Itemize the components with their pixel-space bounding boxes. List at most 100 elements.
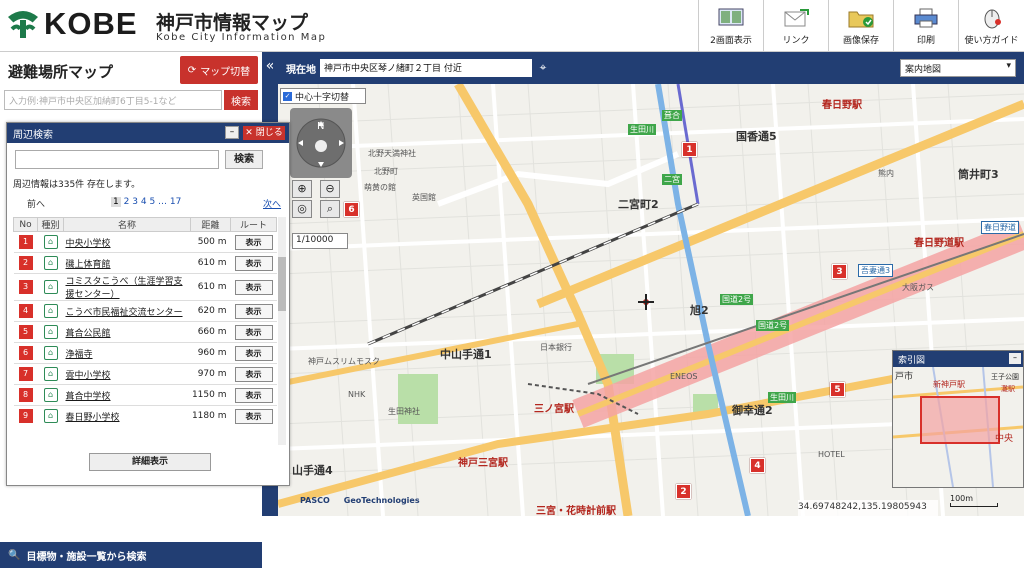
save-image-button[interactable]: 画像保存 xyxy=(828,0,893,52)
results-table: No 種別 名称 距離 ルート 1 ⌂ 中央小学校 500 m 表示 2 ⌂ 磯上体育館 610… xyxy=(13,217,277,427)
print-button[interactable]: 印刷 xyxy=(893,0,958,52)
table-row[interactable]: 7 ⌂ 雲中小学校 970 m 表示 xyxy=(13,363,277,385)
table-row[interactable]: 2 ⌂ 磯上体育館 610 m 表示 xyxy=(13,252,277,274)
route-show-button[interactable]: 表示 xyxy=(234,279,273,295)
page-link[interactable]: 2 xyxy=(124,197,130,207)
shelter-marker-4[interactable]: 4 xyxy=(750,458,765,473)
col-dist: 距離 xyxy=(190,217,231,232)
row-kind: ⌂ xyxy=(37,405,64,427)
table-row[interactable]: 3 ⌂ コミスタこうべ（生涯学習支援センター） 610 m 表示 xyxy=(13,273,277,301)
nearby-search-panel: 周辺検索 – ✕ 閉じる 検索 周辺情報は335件 存在します。 前へ 1 2 … xyxy=(6,122,290,486)
close-panel-button[interactable]: ✕ 閉じる xyxy=(243,126,285,140)
row-kind: ⌂ xyxy=(37,300,64,322)
row-number: 6 xyxy=(13,342,38,364)
row-distance: 1150 m xyxy=(190,384,231,406)
label-eneos: ENEOS xyxy=(670,372,698,381)
table-row[interactable]: 1 ⌂ 中央小学校 500 m 表示 xyxy=(13,231,277,253)
guide-button[interactable]: 使い方ガイド xyxy=(958,0,1024,52)
row-name[interactable]: 葺合中学校 xyxy=(63,384,191,406)
scale-bar-line xyxy=(950,503,998,507)
route-show-button[interactable]: 表示 xyxy=(234,366,273,382)
page-link[interactable]: 5 xyxy=(149,197,155,207)
address-search-input[interactable]: 入力例:神戸市中央区加納町6丁目5-1など xyxy=(4,90,222,110)
table-row[interactable]: 4 ⌂ こうべ市民福祉交流センター 620 m 表示 xyxy=(13,300,277,322)
label-tsutsui3: 筒井町3 xyxy=(958,168,999,181)
route-show-button[interactable]: 表示 xyxy=(234,255,273,271)
row-name[interactable]: コミスタこうべ（生涯学習支援センター） xyxy=(63,273,191,301)
save-folder-icon xyxy=(848,11,874,27)
row-name[interactable]: 浄福寺 xyxy=(63,342,191,364)
shelter-marker-1[interactable]: 1 xyxy=(682,142,697,157)
credit-pasco: PASCO xyxy=(300,496,330,505)
route-show-button[interactable]: 表示 xyxy=(234,408,273,424)
pan-compass-control[interactable]: N xyxy=(290,108,352,178)
zoom-reset-icon[interactable]: ◎ xyxy=(292,200,312,218)
zoom-in-icon[interactable]: ⊕ xyxy=(292,180,312,198)
route-show-button[interactable]: 表示 xyxy=(234,387,273,403)
page-link[interactable]: 17 xyxy=(170,197,181,207)
row-kind: ⌂ xyxy=(37,273,64,301)
minimize-icon[interactable]: – xyxy=(1009,353,1021,364)
shelter-marker-3[interactable]: 3 xyxy=(832,264,847,279)
shelter-icon: ⌂ xyxy=(43,409,58,424)
scroll-thumb[interactable] xyxy=(278,257,286,311)
row-distance: 500 m xyxy=(190,231,231,253)
row-name[interactable]: 磯上体育館 xyxy=(63,252,191,274)
row-number: 4 xyxy=(13,300,38,322)
checkbox-icon: ✓ xyxy=(283,91,292,101)
row-name[interactable]: 中央小学校 xyxy=(63,231,191,253)
logo-text: KOBE xyxy=(44,6,138,41)
route-show-button[interactable]: 表示 xyxy=(234,234,273,250)
link-button[interactable]: リンク xyxy=(763,0,828,52)
location-label: 現在地 xyxy=(286,65,316,76)
shelter-icon: ⌂ xyxy=(43,325,58,339)
center-crosshair-toggle[interactable]: ✓ 中心十字切替 xyxy=(280,88,366,104)
row-name[interactable]: 春日野小学校 xyxy=(63,405,191,427)
facility-search-bar[interactable]: 🔍 目標物・施設一覧から検索 xyxy=(0,542,262,568)
table-row[interactable]: 9 ⌂ 春日野小学校 1180 m 表示 xyxy=(13,405,277,427)
route-show-button[interactable]: 表示 xyxy=(234,303,273,319)
next-page[interactable]: 次へ xyxy=(263,197,281,210)
page-link[interactable]: 3 xyxy=(132,197,138,207)
table-row[interactable]: 6 ⌂ 浄福寺 960 m 表示 xyxy=(13,342,277,364)
page-link[interactable]: 4 xyxy=(141,197,147,207)
shelter-marker-5[interactable]: 5 xyxy=(830,382,845,397)
label-yamate4: 山手通4 xyxy=(292,464,333,477)
table-row[interactable]: 5 ⌂ 葺合公民館 660 m 表示 xyxy=(13,321,277,343)
route-show-button[interactable]: 表示 xyxy=(234,324,273,340)
row-distance: 620 m xyxy=(190,300,231,322)
panel-search-button[interactable]: 検索 xyxy=(225,150,263,169)
panel-scrollbar[interactable] xyxy=(278,217,286,445)
prev-page[interactable]: 前へ xyxy=(27,197,45,210)
zoom-controls: ⊕ ⊖ ◎ ⌕ xyxy=(290,180,352,220)
zoom-area-icon[interactable]: ⌕ xyxy=(320,200,340,218)
table-row[interactable]: 8 ⌂ 葺合中学校 1150 m 表示 xyxy=(13,384,277,406)
overview-ward: 中央 xyxy=(995,432,1013,444)
route-show-button[interactable]: 表示 xyxy=(234,345,273,361)
map-type-select[interactable]: 案内地図 xyxy=(900,59,1016,77)
page-current[interactable]: 1 xyxy=(111,197,121,207)
credit-geotech: GeoTechnologies xyxy=(343,496,420,505)
crosshair-icon[interactable]: ⌖ xyxy=(536,60,550,74)
minimize-icon[interactable]: – xyxy=(225,126,239,139)
shelter-marker-2[interactable]: 2 xyxy=(676,484,691,499)
map-switch-button[interactable]: ⟳ マップ切替 xyxy=(180,56,258,84)
zoom-out-icon[interactable]: ⊖ xyxy=(320,180,340,198)
refresh-icon: ⟳ xyxy=(187,64,197,76)
panel-search-input[interactable] xyxy=(15,150,219,169)
scale-input[interactable]: 1/10000 xyxy=(292,233,348,249)
overview-canvas: 戸市 新神戸駅 王子公園 灘駅 中央 xyxy=(892,366,1024,488)
kobe-logo[interactable]: KOBE xyxy=(4,6,138,42)
row-name[interactable]: こうべ市民福祉交流センター xyxy=(63,300,191,322)
dual-screen-button[interactable]: 2画面表示 xyxy=(698,0,763,52)
row-name[interactable]: 雲中小学校 xyxy=(63,363,191,385)
address-search-button[interactable]: 検索 xyxy=(224,90,258,110)
row-name[interactable]: 葺合公民館 xyxy=(63,321,191,343)
label-kumochi: 熊内 xyxy=(878,169,894,178)
label-fukiai: 葺合 xyxy=(662,110,682,121)
label-moegi: 萌黄の館 xyxy=(364,183,396,192)
shelter-icon: ⌂ xyxy=(43,256,58,270)
detail-view-button[interactable]: 詳細表示 xyxy=(89,453,211,471)
row-route: 表示 xyxy=(230,300,277,322)
overview-map[interactable]: 索引図 – 戸市 新神戸駅 王子公園 灘駅 中央 xyxy=(892,350,1024,488)
